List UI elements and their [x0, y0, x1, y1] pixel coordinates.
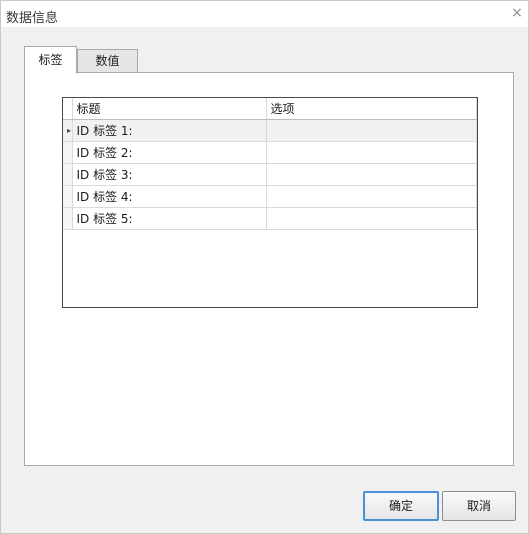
- data-info-dialog: 数据信息 × 标签 数值 标题 选项 ▸ ID 标签 1: ID 标签 2: I…: [0, 0, 529, 534]
- cell-title[interactable]: ID 标签 1:: [72, 119, 267, 142]
- cell-title[interactable]: ID 标签 4:: [72, 185, 267, 208]
- data-grid[interactable]: 标题 选项 ▸ ID 标签 1: ID 标签 2: ID 标签 3: ID 标签…: [62, 97, 478, 308]
- current-row-indicator-icon[interactable]: ▸: [63, 119, 73, 142]
- table-row[interactable]: ID 标签 5:: [63, 207, 477, 230]
- grid-header-row: 标题 选项: [63, 98, 477, 120]
- cancel-button[interactable]: 取消: [442, 491, 516, 521]
- cell-title[interactable]: ID 标签 3:: [72, 163, 267, 186]
- row-header[interactable]: [63, 163, 73, 186]
- table-row[interactable]: ID 标签 2:: [63, 141, 477, 164]
- close-icon[interactable]: ×: [508, 4, 526, 22]
- tab-values[interactable]: 数值: [77, 49, 138, 73]
- cell-option[interactable]: [266, 163, 477, 186]
- table-row[interactable]: ID 标签 4:: [63, 185, 477, 208]
- cell-option[interactable]: [266, 141, 477, 164]
- tab-panel-labels: 标题 选项 ▸ ID 标签 1: ID 标签 2: ID 标签 3: ID 标签…: [24, 72, 514, 466]
- title-bar: 数据信息 ×: [1, 1, 528, 27]
- table-row[interactable]: ▸ ID 标签 1:: [63, 119, 477, 142]
- column-header-option[interactable]: 选项: [266, 98, 477, 120]
- row-header-corner: [63, 98, 73, 120]
- dialog-title: 数据信息: [6, 11, 59, 26]
- cell-option[interactable]: [266, 119, 477, 142]
- row-header[interactable]: [63, 207, 73, 230]
- table-row[interactable]: ID 标签 3:: [63, 163, 477, 186]
- cell-option[interactable]: [266, 207, 477, 230]
- row-header[interactable]: [63, 185, 73, 208]
- cell-title[interactable]: ID 标签 5:: [72, 207, 267, 230]
- cell-title[interactable]: ID 标签 2:: [72, 141, 267, 164]
- cell-option[interactable]: [266, 185, 477, 208]
- tab-labels[interactable]: 标签: [24, 46, 77, 74]
- column-header-title[interactable]: 标题: [72, 98, 267, 120]
- ok-button[interactable]: 确定: [363, 491, 439, 521]
- row-header[interactable]: [63, 141, 73, 164]
